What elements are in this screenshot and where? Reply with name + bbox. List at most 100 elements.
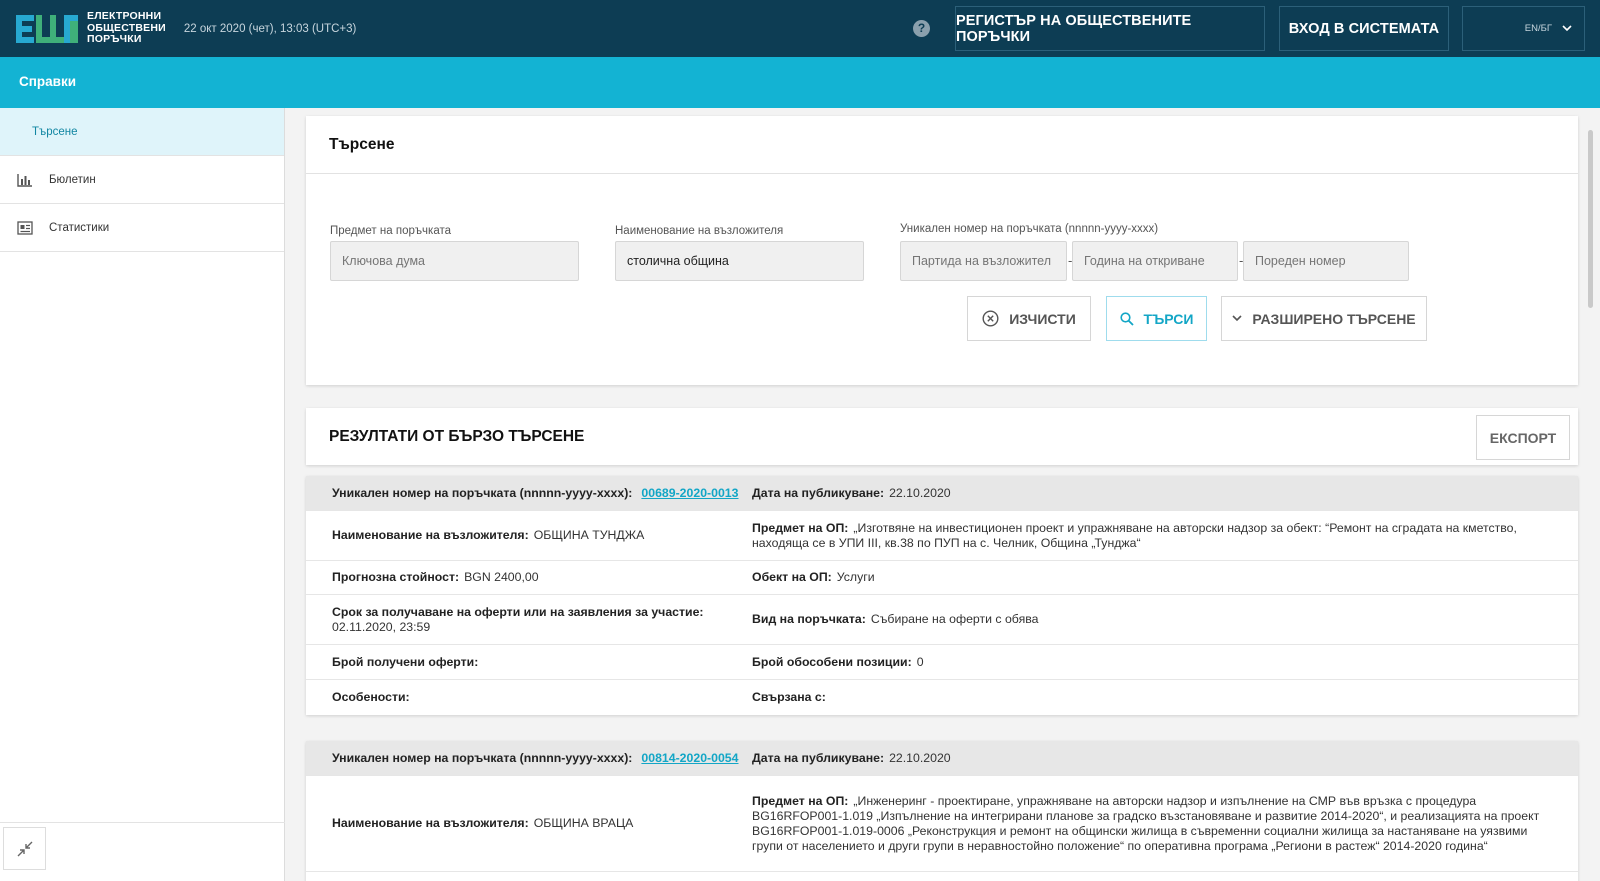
- sequence-input[interactable]: [1243, 241, 1409, 281]
- contractor-value: ОБЩИНА ВРАЦА: [533, 816, 634, 830]
- results-header: РЕЗУЛТАТИ ОТ БЪРЗО ТЪРСЕНЕ ЕКСПОРТ: [306, 408, 1578, 465]
- contractor-label: Наименование на възложителя: [615, 225, 784, 237]
- sidebar-item-search[interactable]: Търсене: [0, 108, 284, 156]
- unique-number-label: Уникален номер на поръчката (nnnnn-yyyy-…: [900, 223, 1159, 235]
- chevron-down-icon: [1562, 25, 1572, 32]
- table-row: Срок за получаване на оферти или на заяв…: [306, 595, 1578, 645]
- published-value: 22.10.2020: [889, 750, 951, 765]
- contractor-value: ОБЩИНА ТУНДЖА: [533, 528, 645, 542]
- language-label: EN/БГ: [1524, 23, 1552, 34]
- login-button[interactable]: ВХОД В СИСТЕМАТА: [1279, 6, 1449, 51]
- type-value: Събиране на оферти с обява: [870, 612, 1039, 626]
- result-features-cell: Особености:: [332, 680, 752, 715]
- register-button[interactable]: РЕГИСТЪР НА ОБЩЕСТВЕНИТЕ ПОРЪЧКИ: [955, 6, 1265, 51]
- search-divider: [306, 173, 1578, 174]
- results-title: РЕЗУЛТАТИ ОТ БЪРЗО ТЪРСЕНЕ: [329, 428, 585, 445]
- result-estimate-cell: Прогнозна стойност: BGN 2400,00: [332, 561, 752, 594]
- contractor-key: Наименование на възложителя:: [332, 816, 529, 830]
- result-deadline-cell: Срок за получаване на оферти или на заяв…: [332, 595, 752, 644]
- collapse-sidebar-button[interactable]: [3, 827, 46, 870]
- object-value: Услуги: [836, 570, 875, 584]
- deadline-key: Срок за получаване на оферти или на заяв…: [332, 604, 704, 619]
- search-panel: Търсене Предмет на поръчката Наименовани…: [306, 116, 1578, 385]
- published-key: Дата на публикуване:: [752, 750, 885, 765]
- lots-value: 0: [916, 654, 924, 669]
- bar-chart-icon: [17, 173, 32, 187]
- top-header: ЕЛЕКТРОННИ ОБЩЕСТВЕНИ ПОРЪЧКИ 22 окт 202…: [0, 0, 1600, 57]
- sidebar-item-label: Търсене: [32, 125, 78, 138]
- published-key: Дата на публикуване:: [752, 485, 885, 500]
- table-row: Прогнозна стойност: BGN 2400,00 Обект на…: [306, 561, 1578, 595]
- logo-line-3: ПОРЪЧКИ: [87, 33, 142, 46]
- result-type-cell: Вид на поръчката: Събиране на оферти с о…: [752, 595, 1552, 644]
- site-logo[interactable]: ЕЛЕКТРОННИ ОБЩЕСТВЕНИ ПОРЪЧКИ: [14, 0, 166, 57]
- result-unique-cell: Уникален номер на поръчката (nnnnn-yyyy-…: [332, 476, 752, 510]
- help-icon[interactable]: ?: [913, 20, 930, 37]
- result-published-cell: Дата на публикуване: 22.10.2020: [752, 741, 1552, 775]
- subject-label: Предмет на поръчката: [330, 225, 451, 237]
- result-header-row: Уникален номер на поръчката (nnnnn-yyyy-…: [306, 476, 1578, 511]
- subject-text: Предмет на ОП: „Инженеринг - проектиране,…: [752, 794, 1552, 854]
- section-bar: Справки: [0, 57, 1600, 108]
- sidebar-divider: [0, 822, 285, 823]
- contractor-input[interactable]: столична община: [615, 241, 864, 281]
- sidebar-item-bulletin[interactable]: Бюлетин: [0, 156, 284, 204]
- lots-key: Брой обособени позиции:: [752, 654, 912, 669]
- table-row: Наименование на възложителя: ОБЩИНА ВРАЦ…: [306, 776, 1578, 872]
- year-input[interactable]: [1072, 241, 1238, 281]
- logo-text: ЕЛЕКТРОННИ ОБЩЕСТВЕНИ ПОРЪЧКИ: [87, 11, 166, 46]
- result-offers-cell: Брой получени оферти:: [332, 645, 752, 679]
- search-button[interactable]: ТЪРСИ: [1106, 296, 1207, 341]
- section-title: Справки: [19, 74, 77, 89]
- result-subject-cell: Предмет на ОП: „Изготвяне на инвестиционе…: [752, 511, 1552, 560]
- sidebar-item-label: Бюлетин: [49, 173, 96, 186]
- unique-number-key: Уникален номер на поръчката (nnnnn-yyyy-…: [332, 485, 633, 500]
- features-key: Особености:: [332, 690, 410, 704]
- result-object-cell: Обект на ОП: Услуги: [752, 561, 1552, 594]
- subject-value: „Изготвяне на инвестиционен проект и упр…: [752, 520, 1517, 550]
- clear-button[interactable]: ИЗЧИСТИ: [967, 296, 1091, 341]
- related-key: Свързана с:: [752, 690, 826, 704]
- current-datetime: 22 окт 2020 (чет), 13:03 (UTC+3): [183, 22, 357, 35]
- result-card: Уникален номер на поръчката (nnnnn-yyyy-…: [306, 476, 1578, 715]
- result-card: Уникален номер на поръчката (nnnnn-yyyy-…: [306, 741, 1578, 881]
- subject-value: „Инженеринг - проектиране, упражняване н…: [752, 793, 1540, 853]
- unique-number-key: Уникален номер на поръчката (nnnnn-yyyy-…: [332, 750, 633, 765]
- collapse-arrows-icon: [17, 841, 32, 856]
- clear-circle-icon: [982, 310, 999, 327]
- result-header-row: Уникален номер на поръчката (nnnnn-yyyy-…: [306, 741, 1578, 776]
- result-related-cell: Свързана с:: [752, 680, 1552, 715]
- offers-key: Брой получени оферти:: [332, 654, 479, 669]
- advanced-search-button[interactable]: РАЗШИРЕНО ТЪРСЕНЕ: [1221, 296, 1427, 341]
- clear-label: ИЗЧИСТИ: [1009, 310, 1076, 327]
- table-row: Наименование на възложителя: ОБЩИНА ТУНД…: [306, 511, 1578, 561]
- sidebar: Търсене Бюлетин Статистики: [0, 108, 285, 881]
- logo-mark-icon: [14, 11, 80, 46]
- unique-number-link[interactable]: 00814-2020-0054: [641, 751, 738, 766]
- chevron-down-icon: [1232, 315, 1242, 322]
- deadline-value: 02.11.2020, 23:59: [332, 619, 431, 634]
- subject-keyword-input[interactable]: [330, 241, 579, 281]
- contractor-key: Наименование на възложителя:: [332, 528, 529, 542]
- language-selector[interactable]: EN/БГ: [1462, 6, 1585, 51]
- result-contractor-cell: Наименование на възложителя: ОБЩИНА ТУНД…: [332, 511, 752, 560]
- subject-key: Предмет на ОП:: [752, 793, 849, 808]
- search-icon: [1119, 311, 1134, 326]
- stats-card-icon: [17, 220, 33, 235]
- result-subject-cell: Предмет на ОП: „Инженеринг - проектиране,…: [752, 776, 1552, 871]
- result-unique-cell: Уникален номер на поръчката (nnnnn-yyyy-…: [332, 741, 752, 775]
- party-input[interactable]: [900, 241, 1067, 281]
- object-key: Обект на ОП:: [752, 570, 832, 584]
- export-button[interactable]: ЕКСПОРТ: [1476, 415, 1570, 460]
- estimate-key: Прогнозна стойност:: [332, 570, 460, 584]
- result-published-cell: Дата на публикуване: 22.10.2020: [752, 476, 1552, 510]
- unique-number-link[interactable]: 00689-2020-0013: [641, 486, 738, 501]
- result-contractor-cell: Наименование на възложителя: ОБЩИНА ВРАЦ…: [332, 776, 752, 871]
- page-scrollbar[interactable]: [1588, 130, 1593, 308]
- search-title: Търсене: [329, 136, 395, 153]
- deadline-text: Срок за получаване на оферти или на заяв…: [332, 605, 709, 635]
- table-row: Брой получени оферти: Брой обособени поз…: [306, 645, 1578, 680]
- type-key: Вид на поръчката:: [752, 612, 866, 626]
- sidebar-item-statistics[interactable]: Статистики: [0, 204, 284, 252]
- subject-text: Предмет на ОП: „Изготвяне на инвестиционе…: [752, 521, 1552, 551]
